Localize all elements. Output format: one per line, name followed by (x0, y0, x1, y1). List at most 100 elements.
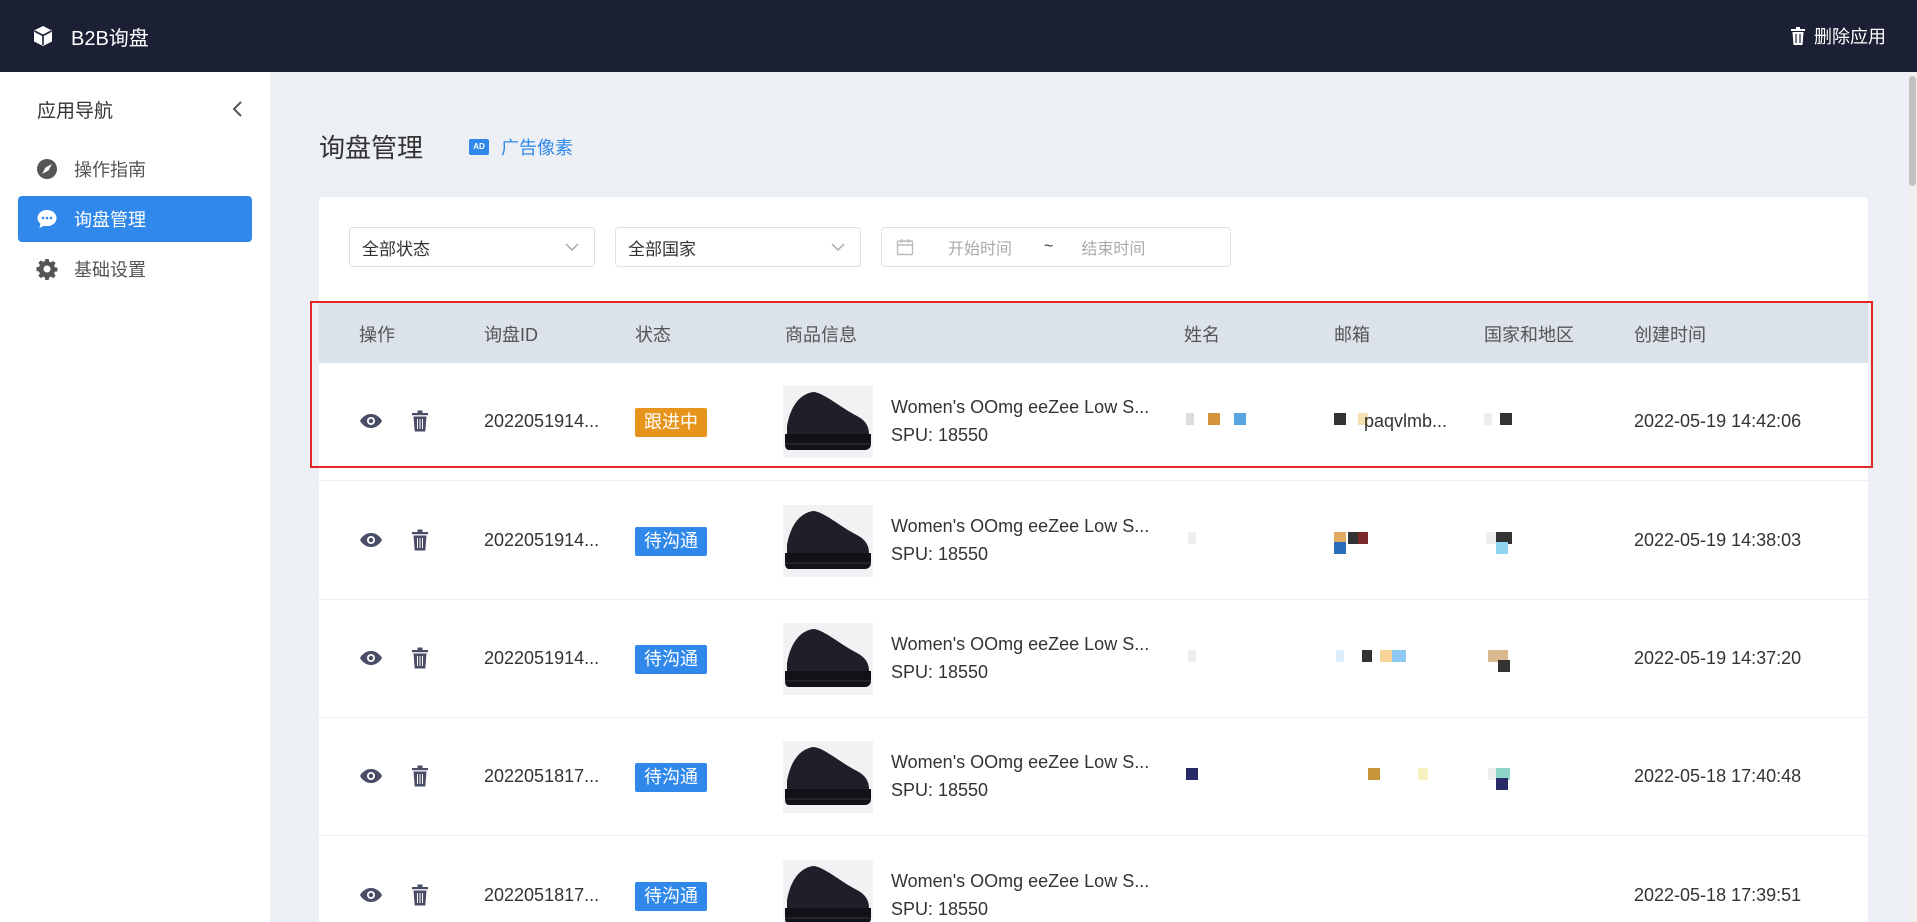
chat-icon (37, 210, 57, 228)
product-thumbnail (783, 386, 873, 458)
view-eye-icon[interactable] (359, 766, 383, 786)
chevron-left-icon (232, 101, 242, 117)
country-select[interactable]: 全部国家 (615, 227, 861, 267)
masked-name (1184, 887, 1274, 905)
product-spu: SPU: 18550 (891, 425, 989, 445)
compass-icon (37, 159, 57, 179)
column-header-name: 姓名 (1184, 325, 1220, 345)
inquiry-id: 2022051817... (484, 766, 600, 786)
status-badge: 待沟通 (635, 527, 707, 556)
app-title: B2B询盘 (71, 27, 149, 50)
sidebar-item-label: 操作指南 (74, 160, 146, 180)
inquiry-id: 2022051817... (484, 885, 600, 905)
column-header-country: 国家和地区 (1484, 325, 1574, 345)
status-badge: 待沟通 (635, 763, 707, 792)
inquiry-id: 2022051914... (484, 648, 600, 668)
page-scrollbar[interactable] (1908, 72, 1917, 922)
top-bar: B2B询盘 删除应用 (0, 0, 1917, 72)
masked-country (1484, 887, 1574, 905)
status-badge: 待沟通 (635, 645, 707, 674)
masked-email (1334, 650, 1424, 668)
view-eye-icon[interactable] (359, 411, 383, 431)
status-badge: 跟进中 (635, 408, 707, 437)
collapse-sidebar-button[interactable] (226, 97, 250, 121)
table-row[interactable]: 2022051817... 待沟通 Women's OOmg eeZee Low S… (319, 837, 1868, 922)
table-row[interactable]: 2022051817... 待沟通 Women's OOmg eeZee Low S… (319, 718, 1868, 836)
column-header-email: 邮箱 (1334, 325, 1370, 345)
ad-pixel-link[interactable]: AD 广告像素 (469, 134, 573, 160)
product-thumbnail (783, 741, 873, 813)
product-spu: SPU: 18550 (891, 780, 989, 800)
delete-app-label: 删除应用 (1814, 27, 1886, 47)
brand: B2B询盘 (31, 22, 149, 51)
scrollbar-thumb[interactable] (1909, 76, 1916, 186)
filter-bar: 全部状态 全部国家 开始时间 ~ 结束时间 (349, 227, 1231, 267)
sidebar-header: 应用导航 (0, 72, 270, 146)
masked-country (1484, 413, 1574, 431)
table-header: 操作 询盘ID 状态 商品信息 姓名 邮箱 国家和地区 创建时间 (319, 303, 1868, 363)
product-name: Women's OOmg eeZee Low S... (891, 871, 1150, 891)
product-thumbnail (783, 860, 873, 922)
sidebar-item-settings[interactable]: 基础设置 (18, 246, 252, 292)
start-date-input[interactable]: 开始时间 (948, 235, 1012, 259)
created-time: 2022-05-19 14:38:03 (1634, 530, 1802, 550)
end-date-input[interactable]: 结束时间 (1081, 235, 1145, 259)
view-eye-icon[interactable] (359, 530, 383, 550)
table-row[interactable]: 2022051914... 待沟通 Women's OOmg eeZee Low S… (319, 600, 1868, 718)
sidebar-item-inquiry[interactable]: 询盘管理 (18, 196, 252, 242)
table-row[interactable]: 2022051914... 跟进中 Women's OOmg eeZee Low S… (319, 363, 1868, 481)
page-header: 询盘管理 AD 广告像素 (319, 128, 573, 165)
inquiry-id: 2022051914... (484, 411, 600, 431)
masked-email (1334, 887, 1424, 905)
ad-pixel-label: 广告像素 (501, 137, 574, 158)
delete-trash-icon[interactable] (411, 410, 429, 432)
ad-icon: AD (469, 138, 490, 155)
country-select-value: 全部国家 (628, 239, 696, 259)
table-row[interactable]: 2022051914... 待沟通 Women's OOmg eeZee Low S… (319, 482, 1868, 600)
created-time: 2022-05-19 14:37:20 (1634, 648, 1802, 668)
created-time: 2022-05-19 14:42:06 (1634, 411, 1802, 431)
status-select[interactable]: 全部状态 (349, 227, 595, 267)
calendar-icon (896, 239, 914, 256)
masked-email (1334, 532, 1424, 554)
delete-trash-icon[interactable] (411, 647, 429, 669)
inquiry-card: 全部状态 全部国家 开始时间 ~ 结束时间 操作 询盘ID 状态 商品信息 姓名… (319, 197, 1868, 922)
delete-app-button[interactable]: 删除应用 (1790, 23, 1886, 49)
product-thumbnail (783, 623, 873, 695)
view-eye-icon[interactable] (359, 648, 383, 668)
delete-trash-icon[interactable] (411, 765, 429, 787)
view-eye-icon[interactable] (359, 885, 383, 905)
product-name: Women's OOmg eeZee Low S... (891, 516, 1150, 536)
product-name: Women's OOmg eeZee Low S... (891, 397, 1150, 417)
created-time: 2022-05-18 17:40:48 (1634, 766, 1802, 786)
sidebar-item-guide[interactable]: 操作指南 (18, 146, 252, 192)
page-title: 询盘管理 (319, 133, 424, 163)
masked-name (1184, 768, 1274, 786)
main-content: 询盘管理 AD 广告像素 全部状态 全部国家 开始时间 ~ 结束时间 操作 询盘… (270, 72, 1917, 922)
email-text: paqvlmb... (1364, 411, 1448, 431)
chevron-down-icon (565, 243, 579, 252)
column-header-id: 询盘ID (484, 325, 538, 345)
created-time: 2022-05-18 17:39:51 (1634, 885, 1802, 905)
column-header-created: 创建时间 (1634, 325, 1706, 345)
delete-trash-icon[interactable] (411, 884, 429, 906)
masked-name (1184, 532, 1274, 550)
column-header-status: 状态 (635, 325, 671, 345)
masked-name (1184, 413, 1274, 431)
range-separator: ~ (1044, 238, 1054, 255)
delete-trash-icon[interactable] (411, 529, 429, 551)
date-range-picker[interactable]: 开始时间 ~ 结束时间 (881, 227, 1231, 267)
masked-country (1484, 768, 1574, 790)
trash-icon (1791, 27, 1805, 45)
sidebar-item-label: 基础设置 (74, 260, 146, 280)
masked-name (1184, 650, 1274, 668)
sidebar-item-label: 询盘管理 (74, 210, 146, 230)
sidebar-title: 应用导航 (37, 100, 114, 122)
column-header-product: 商品信息 (785, 325, 857, 345)
gear-icon (36, 259, 58, 280)
masked-email (1334, 768, 1428, 786)
sidebar: 应用导航 操作指南 询盘管理 基础设置 (0, 72, 270, 922)
chevron-down-icon (831, 243, 845, 252)
product-name: Women's OOmg eeZee Low S... (891, 634, 1150, 654)
status-badge: 待沟通 (635, 882, 707, 911)
